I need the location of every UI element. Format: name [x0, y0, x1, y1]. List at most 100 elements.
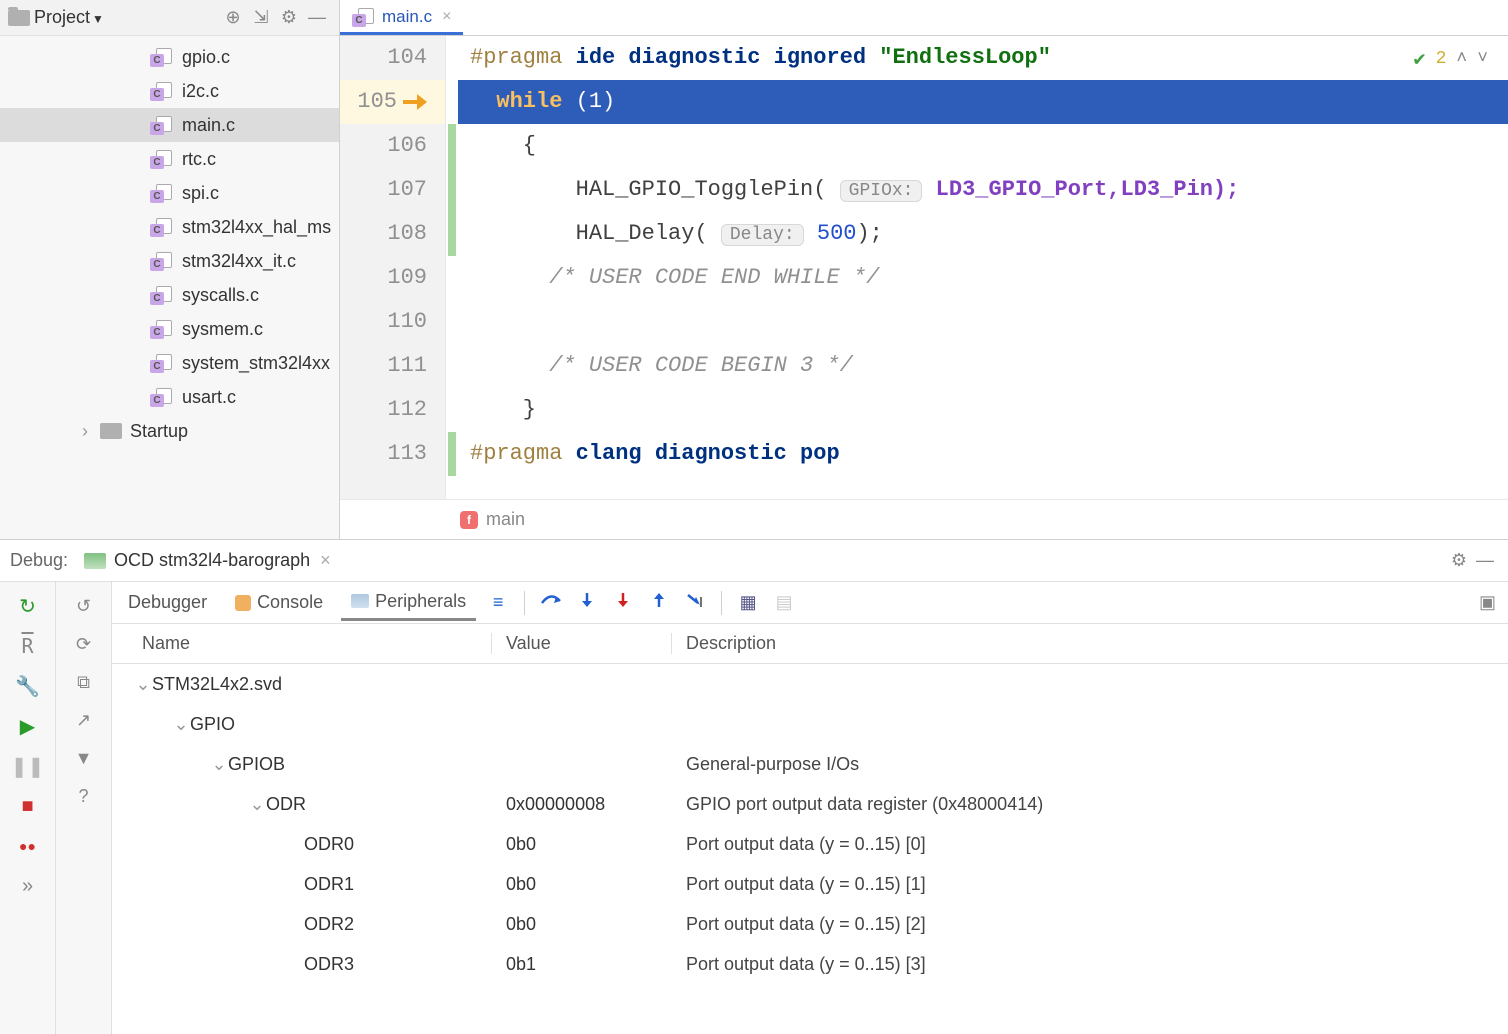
settings-icon[interactable]: ⚙: [275, 4, 303, 32]
rerun-button[interactable]: ↻: [14, 592, 42, 620]
gutter-line[interactable]: 107: [340, 168, 445, 212]
col-value[interactable]: Value: [492, 633, 672, 654]
file-item[interactable]: rtc.c: [0, 142, 339, 176]
file-item[interactable]: i2c.c: [0, 74, 339, 108]
resume-button[interactable]: ▶: [14, 712, 42, 740]
reset-button[interactable]: R: [14, 632, 42, 660]
tab-peripherals[interactable]: Peripherals: [341, 585, 476, 621]
gutter-line[interactable]: 104: [340, 36, 445, 80]
peripheral-row[interactable]: ODR20b0Port output data (y = 0..15) [2]: [112, 904, 1508, 944]
peripheral-row[interactable]: ⌄ GPIOBGeneral-purpose I/Os: [112, 744, 1508, 784]
filter-button[interactable]: ▼: [70, 744, 98, 772]
code-line[interactable]: {: [458, 124, 1508, 168]
code-area[interactable]: ✔ 2 ˄ ˅ #pragma ide diagnostic ignored "…: [458, 36, 1508, 499]
tab-console[interactable]: Console: [225, 586, 333, 619]
gutter-line[interactable]: 112: [340, 388, 445, 432]
peripheral-row[interactable]: ODR30b1Port output data (y = 0..15) [3]: [112, 944, 1508, 984]
tab-debugger[interactable]: Debugger: [118, 586, 217, 619]
breadcrumb[interactable]: f main: [340, 499, 1508, 539]
file-label: spi.c: [182, 183, 219, 204]
close-session-icon[interactable]: ×: [320, 550, 331, 571]
layout-button[interactable]: ▣: [1473, 592, 1502, 613]
breakpoints-button[interactable]: ●●: [14, 832, 42, 860]
code-line[interactable]: /* USER CODE END WHILE */: [458, 256, 1508, 300]
copy-button[interactable]: ⧉: [70, 668, 98, 696]
file-tree[interactable]: gpio.ci2c.c main.c rtc.c spi.c stm32l4xx_hal…: [0, 36, 339, 539]
file-item[interactable]: usart.c: [0, 380, 339, 414]
peripheral-row[interactable]: ODR00b0Port output data (y = 0..15) [0]: [112, 824, 1508, 864]
col-name[interactable]: Name: [112, 633, 492, 654]
gutter-line[interactable]: 110: [340, 300, 445, 344]
minimize-icon[interactable]: —: [1472, 550, 1498, 571]
periph-value: 0b1: [492, 954, 672, 975]
periph-name: STM32L4x2.svd: [152, 674, 282, 695]
debug-header: Debug: OCD stm32l4-barograph × ⚙ —: [0, 540, 1508, 582]
code-line[interactable]: #pragma clang diagnostic pop: [458, 432, 1508, 476]
gutter-line[interactable]: 109: [340, 256, 445, 300]
close-tab-icon[interactable]: ×: [442, 8, 451, 26]
file-label: sysmem.c: [182, 319, 263, 340]
file-item[interactable]: main.c: [0, 108, 339, 142]
sync-button[interactable]: ⟳: [70, 630, 98, 658]
gutter-line[interactable]: 106: [340, 124, 445, 168]
step-into-button[interactable]: [573, 591, 601, 614]
locate-icon[interactable]: ⊕: [219, 4, 247, 32]
chevron-down-icon[interactable]: ˅: [1477, 49, 1488, 69]
gutter-line[interactable]: 111: [340, 344, 445, 388]
code-line[interactable]: HAL_GPIO_TogglePin( GPIOx: LD3_GPIO_Port…: [458, 168, 1508, 212]
evaluate-button[interactable]: ▦: [734, 592, 762, 613]
file-item[interactable]: stm32l4xx_it.c: [0, 244, 339, 278]
peripheral-row[interactable]: ODR10b0Port output data (y = 0..15) [1]: [112, 864, 1508, 904]
editor-body[interactable]: 104105106107108109110111112113 ✔ 2 ˄ ˅ #…: [340, 36, 1508, 499]
project-dropdown[interactable]: Project▼: [34, 7, 104, 28]
pause-button[interactable]: ❚❚: [14, 752, 42, 780]
step-over-button[interactable]: [537, 591, 565, 614]
stop-button[interactable]: ■: [14, 792, 42, 820]
peripheral-tree[interactable]: ⌄ STM32L4x2.svd⌄ GPIO⌄ GPIOBGeneral-purp…: [112, 664, 1508, 1034]
peripheral-row[interactable]: ⌄ STM32L4x2.svd: [112, 664, 1508, 704]
folder-label: Startup: [130, 421, 188, 442]
code-line[interactable]: /* USER CODE BEGIN 3 */: [458, 344, 1508, 388]
settings-icon[interactable]: ⚙: [1446, 550, 1472, 571]
debug-left-toolbar: ↻ R 🔧 ▶ ❚❚ ■ ●● »: [0, 582, 56, 1034]
col-desc[interactable]: Description: [672, 633, 1508, 654]
trace-button[interactable]: ▤: [770, 592, 798, 613]
inspection-widget[interactable]: ✔ 2 ˄ ˅: [1414, 46, 1488, 72]
code-line[interactable]: while (1): [458, 80, 1508, 124]
list-button[interactable]: ≡: [484, 592, 512, 613]
file-label: main.c: [182, 115, 235, 136]
folder-item[interactable]: ›Startup: [0, 414, 339, 448]
file-item[interactable]: stm32l4xx_hal_ms: [0, 210, 339, 244]
chevron-up-icon[interactable]: ˄: [1456, 49, 1467, 69]
wrench-icon[interactable]: 🔧: [14, 672, 42, 700]
minimize-icon[interactable]: —: [303, 4, 331, 32]
file-item[interactable]: spi.c: [0, 176, 339, 210]
code-line[interactable]: HAL_Delay( Delay: 500);: [458, 212, 1508, 256]
editor-gutter[interactable]: 104105106107108109110111112113: [340, 36, 446, 499]
gutter-line[interactable]: 105: [340, 80, 445, 124]
code-line[interactable]: }: [458, 388, 1508, 432]
code-line[interactable]: [458, 300, 1508, 344]
chevron-icon: ⌄: [210, 754, 228, 775]
editor-tab-main-c[interactable]: main.c ×: [340, 1, 463, 35]
expand-icon[interactable]: ⇲: [247, 4, 275, 32]
file-item[interactable]: sysmem.c: [0, 312, 339, 346]
force-step-into-button[interactable]: [609, 591, 637, 614]
refresh-button[interactable]: ↺: [70, 592, 98, 620]
more-button[interactable]: »: [14, 872, 42, 900]
help-button[interactable]: ?: [70, 782, 98, 810]
code-line[interactable]: #pragma ide diagnostic ignored "EndlessL…: [458, 36, 1508, 80]
export-button[interactable]: ↗: [70, 706, 98, 734]
peripheral-row[interactable]: ⌄ ODR0x00000008GPIO port output data reg…: [112, 784, 1508, 824]
file-label: syscalls.c: [182, 285, 259, 306]
file-item[interactable]: gpio.c: [0, 40, 339, 74]
run-to-cursor-button[interactable]: [681, 591, 709, 614]
peripheral-row[interactable]: ⌄ GPIO: [112, 704, 1508, 744]
gutter-line[interactable]: 108: [340, 212, 445, 256]
file-item[interactable]: syscalls.c: [0, 278, 339, 312]
gutter-line[interactable]: 113: [340, 432, 445, 476]
file-item[interactable]: system_stm32l4xx: [0, 346, 339, 380]
periph-name: GPIO: [190, 714, 235, 735]
step-out-button[interactable]: [645, 591, 673, 614]
peripheral-columns: Name Value Description: [112, 624, 1508, 664]
